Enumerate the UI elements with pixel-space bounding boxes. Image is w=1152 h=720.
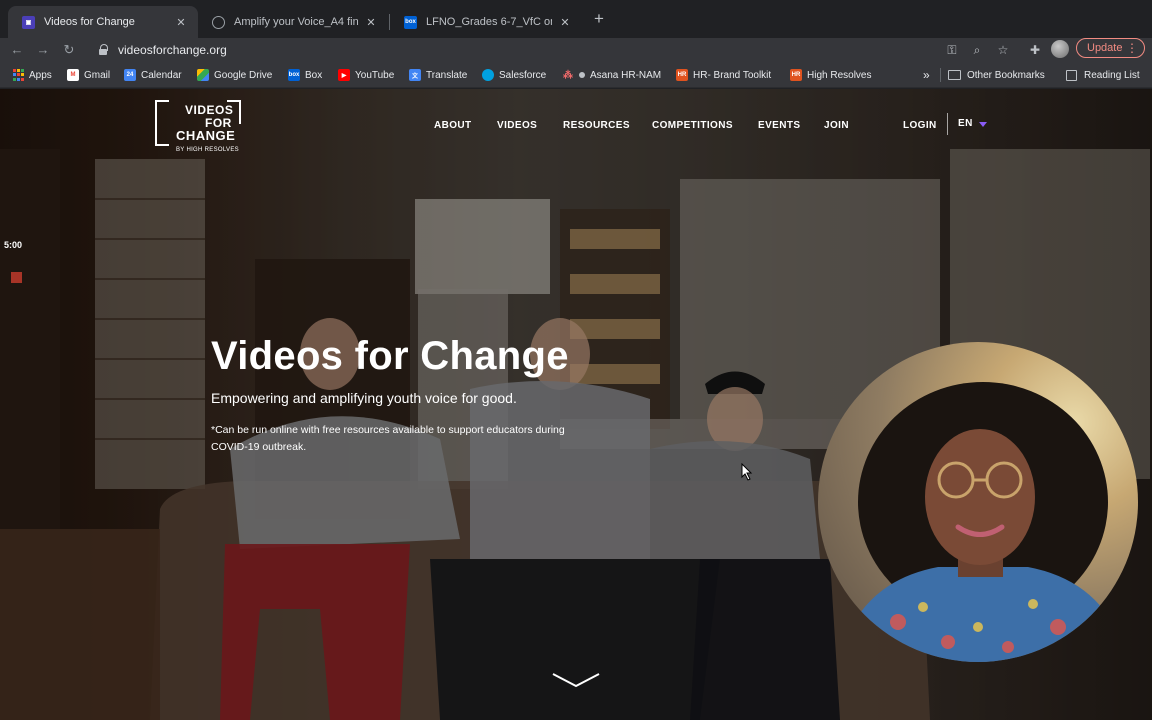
bookmark-box[interactable]: box Box (288, 68, 322, 82)
address-bar[interactable]: videosforchange.org (88, 39, 1018, 61)
tab-title: Amplify your Voice_A4 final.pa (234, 16, 358, 28)
bookmark-label: Apps (29, 69, 52, 81)
new-tab-plus-icon[interactable]: + (590, 10, 608, 28)
logo-line-1: VIDEOS (185, 103, 234, 117)
youtube-icon: ▶ (338, 69, 350, 81)
logo-bracket-left (155, 100, 169, 146)
recording-timer: 5:00 (4, 240, 23, 250)
bookmark-label: Other Bookmarks (967, 69, 1045, 81)
bookmark-salesforce[interactable]: Salesforce (482, 68, 546, 82)
asana-icon: ⁂ (563, 69, 573, 81)
nav-join[interactable]: JOIN (824, 120, 849, 131)
tab-title: LFNO_Grades 6-7_VfC on OL_ (426, 16, 552, 28)
nav-events[interactable]: EVENTS (758, 120, 800, 131)
gmail-icon: M (67, 69, 79, 81)
extensions-puzzle-icon[interactable]: ✚ (1026, 41, 1044, 59)
bookmarks-divider (940, 68, 941, 82)
language-selector[interactable]: EN (958, 118, 973, 129)
bookmark-asana[interactable]: ⁂ Asana HR-NAM (562, 68, 661, 82)
scroll-down-chevron-icon[interactable] (551, 671, 601, 689)
logo-line-3: CHANGE (176, 128, 236, 143)
bookmark-translate[interactable]: 文 Translate (409, 68, 467, 82)
reading-list-icon (1066, 69, 1077, 81)
nav-about[interactable]: ABOUT (434, 120, 472, 131)
tab-amplify-your-voice[interactable]: Amplify your Voice_A4 final.pa ✕ (198, 6, 388, 38)
nav-competitions[interactable]: COMPETITIONS (652, 120, 733, 131)
bookmark-apps[interactable]: Apps (12, 68, 52, 82)
mouse-cursor-icon (741, 463, 753, 481)
close-tab-icon[interactable]: ✕ (558, 16, 572, 29)
kebab-menu-icon[interactable]: ⋮ (1126, 41, 1138, 55)
bookmark-label: Gmail (84, 69, 111, 81)
bookmark-label: YouTube (355, 69, 395, 81)
dot-icon (579, 72, 585, 78)
bookmark-calendar[interactable]: 24 Calendar (124, 68, 182, 82)
folder-icon (948, 70, 961, 80)
bookmark-gmail[interactable]: M Gmail (67, 68, 110, 82)
bookmark-label: Translate (426, 69, 468, 81)
bookmark-hr-brand-toolkit[interactable]: HR HR- Brand Toolkit (676, 68, 771, 82)
profile-avatar[interactable] (1051, 40, 1069, 58)
update-button[interactable]: Update ⋮ (1076, 38, 1145, 58)
forward-arrow-icon[interactable]: → (34, 41, 52, 59)
hero-note: *Can be run online with free resources a… (211, 424, 565, 453)
reload-icon[interactable]: ↻ (60, 41, 78, 59)
bookmark-high-resolves[interactable]: HR High Resolves (790, 68, 871, 82)
bookmark-label: Google Drive (214, 69, 273, 81)
bookmark-label: Asana HR-NAM (590, 69, 662, 81)
hero-title: Videos for Change (211, 334, 569, 378)
lock-icon (98, 44, 108, 56)
hero-subtitle: Empowering and amplifying youth voice fo… (211, 390, 517, 406)
nav-login[interactable]: LOGIN (903, 120, 937, 131)
bookmark-reading-list[interactable]: Reading List (1066, 68, 1140, 82)
calendar-icon: 24 (124, 69, 136, 81)
nav-divider (947, 113, 948, 135)
caret-down-icon[interactable] (979, 122, 987, 127)
update-label: Update (1087, 42, 1123, 54)
box-favicon-icon: box (404, 15, 417, 29)
loading-favicon-icon (212, 15, 225, 29)
nav-resources[interactable]: RESOURCES (563, 120, 630, 131)
tab-strip: ▣ Videos for Change ✕ Amplify your Voice… (0, 0, 1152, 38)
tab-videos-for-change[interactable]: ▣ Videos for Change ✕ (8, 6, 198, 38)
videos-for-change-logo[interactable]: VIDEOS FOR CHANGE BY HIGH RESOLVES (155, 100, 241, 156)
presenter-video-icon (838, 382, 1128, 662)
brand-icon: HR (676, 69, 688, 81)
box-icon: box (288, 69, 300, 81)
bookmark-label: Calendar (141, 69, 182, 81)
nav-videos[interactable]: VIDEOS (497, 120, 537, 131)
webcam-overlay[interactable] (818, 342, 1138, 662)
back-arrow-icon[interactable]: ← (8, 41, 26, 59)
browser-toolbar: ← → ↻ videosforchange.org ⚿ ⌕ ☆ ✚ (0, 38, 1152, 62)
highresolves-icon: HR (790, 69, 802, 81)
bookmark-label: Salesforce (499, 69, 547, 81)
tab-lfno-grades[interactable]: box LFNO_Grades 6-7_VfC on OL_ ✕ (390, 6, 582, 38)
salesforce-icon (482, 69, 494, 81)
vfc-favicon-icon: ▣ (22, 15, 35, 29)
bookmark-label: Reading List (1084, 69, 1140, 81)
bookmark-youtube[interactable]: ▶ YouTube (338, 68, 394, 82)
bookmark-label: High Resolves (807, 69, 872, 81)
record-stop-icon[interactable] (11, 272, 22, 283)
browser-window: ▣ Videos for Change ✕ Amplify your Voice… (0, 0, 1152, 720)
translate-icon: 文 (409, 69, 421, 81)
bookmark-star-icon[interactable]: ☆ (994, 41, 1012, 59)
bookmark-label: HR- Brand Toolkit (693, 69, 772, 81)
tab-title: Videos for Change (44, 16, 135, 28)
bookmark-google-drive[interactable]: Google Drive (197, 68, 272, 82)
bookmarks-bar: Apps M Gmail 24 Calendar Google Drive bo… (0, 62, 1152, 88)
close-tab-icon[interactable]: ✕ (174, 16, 188, 29)
bookmark-label: Box (305, 69, 323, 81)
drive-icon (197, 69, 209, 81)
url-text: videosforchange.org (118, 43, 227, 57)
bookmarks-overflow-chevron[interactable]: » (923, 68, 930, 82)
overflow-label: » (923, 68, 930, 82)
apps-grid-icon (12, 69, 24, 81)
close-tab-icon[interactable]: ✕ (364, 16, 378, 29)
logo-tagline: BY HIGH RESOLVES (176, 147, 239, 153)
search-zoom-icon[interactable]: ⌕ (968, 41, 986, 59)
hero-section: VIDEOS FOR CHANGE BY HIGH RESOLVES ABOUT… (0, 89, 1152, 720)
bookmark-other-bookmarks[interactable]: Other Bookmarks (948, 68, 1045, 82)
key-icon[interactable]: ⚿ (943, 41, 961, 59)
